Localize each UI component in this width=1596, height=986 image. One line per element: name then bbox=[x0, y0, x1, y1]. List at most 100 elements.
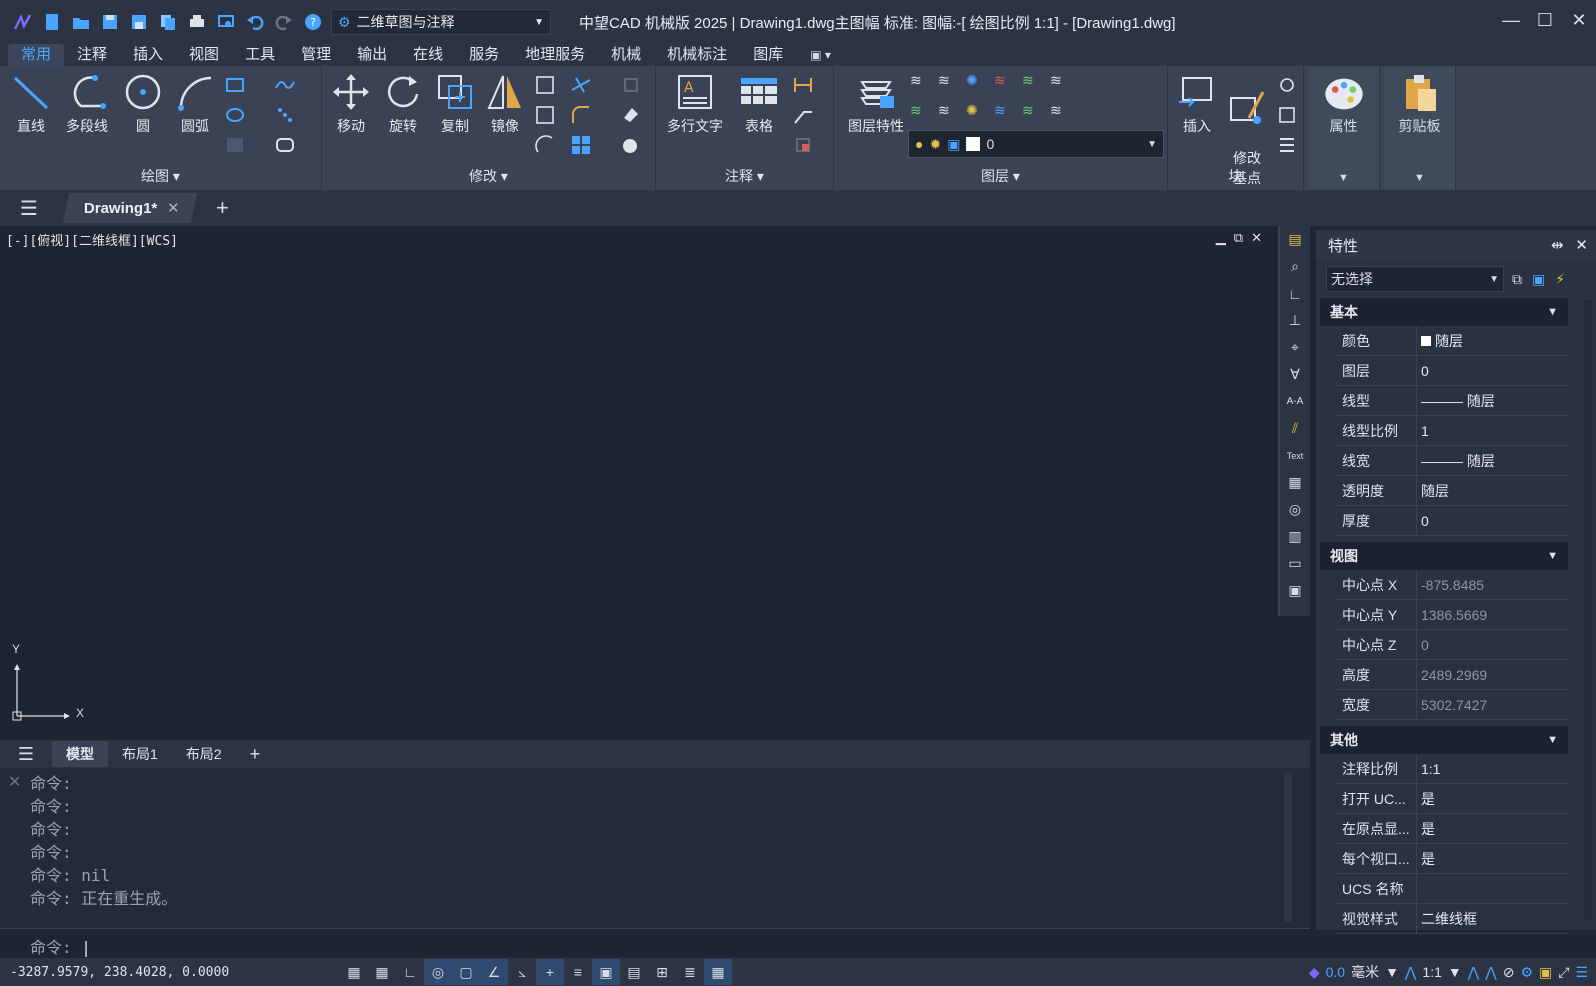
copy-file-icon[interactable] bbox=[153, 7, 182, 37]
modify-panel-label[interactable]: 修改 ▾ bbox=[322, 166, 655, 186]
chevron-down-icon[interactable]: ▼ bbox=[1385, 964, 1399, 980]
property-value[interactable]: 是 bbox=[1416, 814, 1568, 843]
ribbon-tab-3[interactable]: 视图 bbox=[176, 44, 232, 66]
move-tool[interactable]: 移动 bbox=[326, 72, 376, 136]
layer-off-icon[interactable]: ≋ bbox=[938, 102, 960, 124]
workspace-select[interactable]: ⚙ 二维草图与注释 ▼ bbox=[331, 9, 551, 35]
help-icon[interactable]: ? bbox=[298, 7, 327, 37]
property-value[interactable]: ——— 随层 bbox=[1416, 446, 1568, 475]
property-row[interactable]: 图层 0 bbox=[1336, 356, 1568, 386]
ribbon-tab-1[interactable]: 注释 bbox=[64, 44, 120, 66]
layer-manager-icon[interactable]: ▤ bbox=[1280, 226, 1310, 253]
open-folder-icon[interactable] bbox=[66, 7, 95, 37]
ribbon-tab-4[interactable]: 工具 bbox=[232, 44, 288, 66]
zoom-icon[interactable]: ⌕ bbox=[1280, 253, 1310, 280]
mirror-tool[interactable]: 镜像 bbox=[480, 72, 530, 136]
customize-icon[interactable]: ☰ bbox=[1575, 964, 1588, 981]
fillet-icon[interactable] bbox=[570, 104, 592, 126]
close-button[interactable]: ✕ bbox=[1562, 0, 1596, 40]
polyline-tool[interactable]: 多段线 bbox=[62, 72, 112, 136]
property-value[interactable]: 5302.7427 bbox=[1416, 690, 1568, 719]
viewport-controls-label[interactable]: [-][俯视][二维线框][WCS] bbox=[6, 230, 178, 249]
otrack-icon[interactable]: ∠ bbox=[480, 959, 508, 985]
table-tool[interactable]: 表格 bbox=[734, 72, 784, 136]
align-icon[interactable] bbox=[620, 74, 642, 96]
property-row[interactable]: 线型比例 1 bbox=[1336, 416, 1568, 446]
property-value[interactable]: 1386.5669 bbox=[1416, 600, 1568, 629]
region-icon[interactable] bbox=[274, 134, 296, 156]
draw-panel-label[interactable]: 绘图 ▾ bbox=[0, 166, 321, 186]
property-value[interactable]: 是 bbox=[1416, 844, 1568, 873]
ribbon-tab-9[interactable]: 地理服务 bbox=[512, 44, 598, 66]
close-icon[interactable]: ✕ bbox=[167, 199, 180, 217]
eraser-icon[interactable] bbox=[620, 104, 642, 126]
block-create-icon[interactable] bbox=[1276, 74, 1298, 96]
property-row[interactable]: UCS 名称 bbox=[1336, 874, 1568, 904]
property-row[interactable]: 中心点 X -875.8485 bbox=[1336, 570, 1568, 600]
auto-scale-icon[interactable]: ⋀ bbox=[1485, 964, 1496, 981]
document-tab[interactable]: Drawing1* ✕ bbox=[62, 193, 198, 223]
layer-panel-label[interactable]: 图层 ▾ bbox=[834, 166, 1167, 186]
toggle-pickadd-icon[interactable]: ⧉ bbox=[1512, 271, 1522, 288]
add-layout-button[interactable]: + bbox=[236, 741, 275, 767]
insert-block-tool[interactable]: 插入 bbox=[1172, 72, 1222, 136]
property-value[interactable] bbox=[1416, 874, 1568, 903]
ribbon-tab-8[interactable]: 服务 bbox=[456, 44, 512, 66]
fullscreen-icon[interactable]: ⤢ bbox=[1558, 964, 1569, 981]
layer-thaw-icon[interactable]: ✺ bbox=[966, 102, 988, 124]
redo-icon[interactable] bbox=[269, 7, 298, 37]
property-row[interactable]: 线型 ——— 随层 bbox=[1336, 386, 1568, 416]
hardware-accel-icon[interactable]: ▣ bbox=[1539, 964, 1552, 981]
clipboard-ribbon-panel[interactable]: 剪贴板 ▼ bbox=[1384, 66, 1456, 190]
viewport-minimize-icon[interactable]: ▁ bbox=[1216, 230, 1226, 246]
grid-icon[interactable]: ▦ bbox=[340, 959, 368, 985]
ordinate-icon[interactable]: ⊥ bbox=[1280, 307, 1310, 334]
property-value[interactable]: 0 bbox=[1416, 506, 1568, 535]
copy-tool[interactable]: 复制 bbox=[430, 72, 480, 136]
dyn-ucs-icon[interactable]: ⦣ bbox=[508, 959, 536, 985]
array-icon[interactable] bbox=[570, 134, 592, 156]
property-row[interactable]: 高度 2489.2969 bbox=[1336, 660, 1568, 690]
property-value[interactable]: 1:1 bbox=[1416, 754, 1568, 783]
command-prompt[interactable]: 命令: | bbox=[30, 934, 91, 958]
ribbon-minimize-icon[interactable]: ▣ ▾ bbox=[810, 48, 831, 62]
property-value[interactable]: 1 bbox=[1416, 416, 1568, 445]
property-value[interactable]: 二维线框 bbox=[1416, 904, 1568, 933]
layer-state-icon[interactable]: ≋ bbox=[910, 72, 932, 94]
ribbon-tab-12[interactable]: 图库 bbox=[740, 44, 796, 66]
surface-icon[interactable]: ∀ bbox=[1280, 361, 1310, 388]
units-label[interactable]: 毫米 bbox=[1351, 962, 1379, 982]
quick-select-icon[interactable]: ⚡ bbox=[1555, 271, 1565, 288]
property-value[interactable]: -875.8485 bbox=[1416, 570, 1568, 599]
symbol-icon[interactable]: ▦ bbox=[1280, 469, 1310, 496]
property-row[interactable]: 厚度 0 bbox=[1336, 506, 1568, 536]
section-icon[interactable]: A-A bbox=[1280, 388, 1310, 415]
quick-props-icon[interactable]: ▤ bbox=[620, 959, 648, 985]
snap-icon[interactable]: ▦ bbox=[368, 959, 396, 985]
layout-menu-icon[interactable]: ☰ bbox=[0, 744, 52, 765]
add-document-button[interactable]: + bbox=[216, 195, 229, 221]
mtext-tool[interactable]: A 多行文字 bbox=[664, 72, 726, 136]
ribbon-tab-5[interactable]: 管理 bbox=[288, 44, 344, 66]
ribbon-tab-6[interactable]: 输出 bbox=[344, 44, 400, 66]
field-icon[interactable] bbox=[792, 134, 814, 156]
property-row[interactable]: 颜色 随层 bbox=[1336, 326, 1568, 356]
pin-icon[interactable]: ⇹ bbox=[1551, 236, 1564, 254]
property-row[interactable]: 中心点 Y 1386.5669 bbox=[1336, 600, 1568, 630]
text-icon[interactable]: Text bbox=[1280, 442, 1310, 469]
spline-icon[interactable] bbox=[274, 74, 296, 96]
app-status-icon[interactable]: ◆ bbox=[1309, 964, 1320, 981]
maximize-button[interactable]: ☐ bbox=[1528, 0, 1562, 40]
save-as-icon[interactable] bbox=[124, 7, 153, 37]
menu-icon[interactable]: ☰ bbox=[20, 196, 38, 221]
command-scrollbar[interactable] bbox=[1284, 772, 1292, 922]
lock-ui-icon[interactable]: ⊘ bbox=[1503, 964, 1515, 981]
app-logo-icon[interactable] bbox=[8, 7, 37, 37]
property-row[interactable]: 宽度 5302.7427 bbox=[1336, 690, 1568, 720]
ribbon-tab-0[interactable]: 常用 bbox=[8, 44, 65, 66]
property-row[interactable]: 每个视口... 是 bbox=[1336, 844, 1568, 874]
save-icon[interactable] bbox=[95, 7, 124, 37]
annotation-scale-icon[interactable]: ⋀ bbox=[1405, 964, 1416, 981]
dimension-icon[interactable] bbox=[792, 74, 814, 96]
bom-icon[interactable]: ▥ bbox=[1280, 523, 1310, 550]
